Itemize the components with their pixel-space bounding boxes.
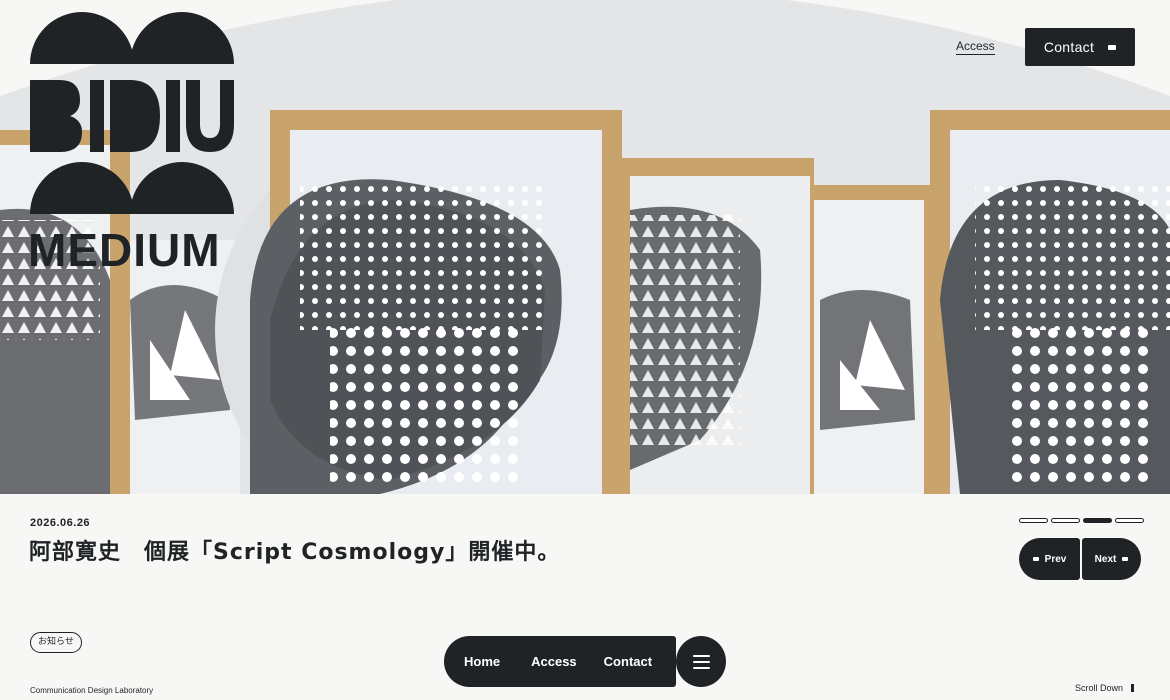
hamburger-line xyxy=(692,666,710,669)
prev-label: Prev xyxy=(1044,553,1067,565)
scroll-down-label: Scroll Down xyxy=(1075,683,1124,693)
arrow-left-icon xyxy=(1032,557,1039,561)
news-title[interactable]: 阿部寛史 個展「Script Cosmology」開催中。 xyxy=(29,534,560,566)
scroll-bar-icon xyxy=(1131,684,1135,692)
slider-controls: Prev Next xyxy=(1019,538,1141,580)
header-contact-button[interactable]: Contact xyxy=(1025,28,1135,66)
pagination-dot[interactable] xyxy=(1051,518,1080,523)
hamburger-icon xyxy=(692,654,710,657)
news-category-tag[interactable]: お知らせ xyxy=(30,632,82,653)
news-date: 2026.06.26 xyxy=(30,517,91,529)
pagination-dot[interactable] xyxy=(1019,518,1048,523)
floating-nav: Home Access Contact xyxy=(444,636,676,687)
nav-access[interactable]: Access xyxy=(531,654,577,669)
next-label: Next xyxy=(1094,553,1117,565)
hamburger-line xyxy=(692,660,710,663)
scroll-down-indicator[interactable]: Scroll Down xyxy=(1075,683,1135,693)
hamburger-menu-button[interactable] xyxy=(676,636,726,687)
logo-mark: MEDIUM xyxy=(28,12,234,276)
arrow-right-icon xyxy=(1108,44,1117,50)
prev-button[interactable]: Prev xyxy=(1019,538,1080,580)
nav-contact[interactable]: Contact xyxy=(604,654,652,669)
slider-pagination xyxy=(1019,518,1144,523)
arrow-right-icon xyxy=(1122,557,1129,561)
nav-home[interactable]: Home xyxy=(464,654,500,669)
header-access-link[interactable]: Access xyxy=(956,39,995,55)
next-button[interactable]: Next xyxy=(1082,538,1141,580)
pagination-dot[interactable] xyxy=(1115,518,1144,523)
logo-wordmark: MEDIUM xyxy=(30,224,221,270)
site-logo[interactable]: MEDIUM xyxy=(28,12,234,276)
pagination-dot-active[interactable] xyxy=(1083,518,1112,523)
contact-button-label: Contact xyxy=(1043,39,1095,55)
site-tagline: Communication Design Laboratory xyxy=(30,686,154,695)
